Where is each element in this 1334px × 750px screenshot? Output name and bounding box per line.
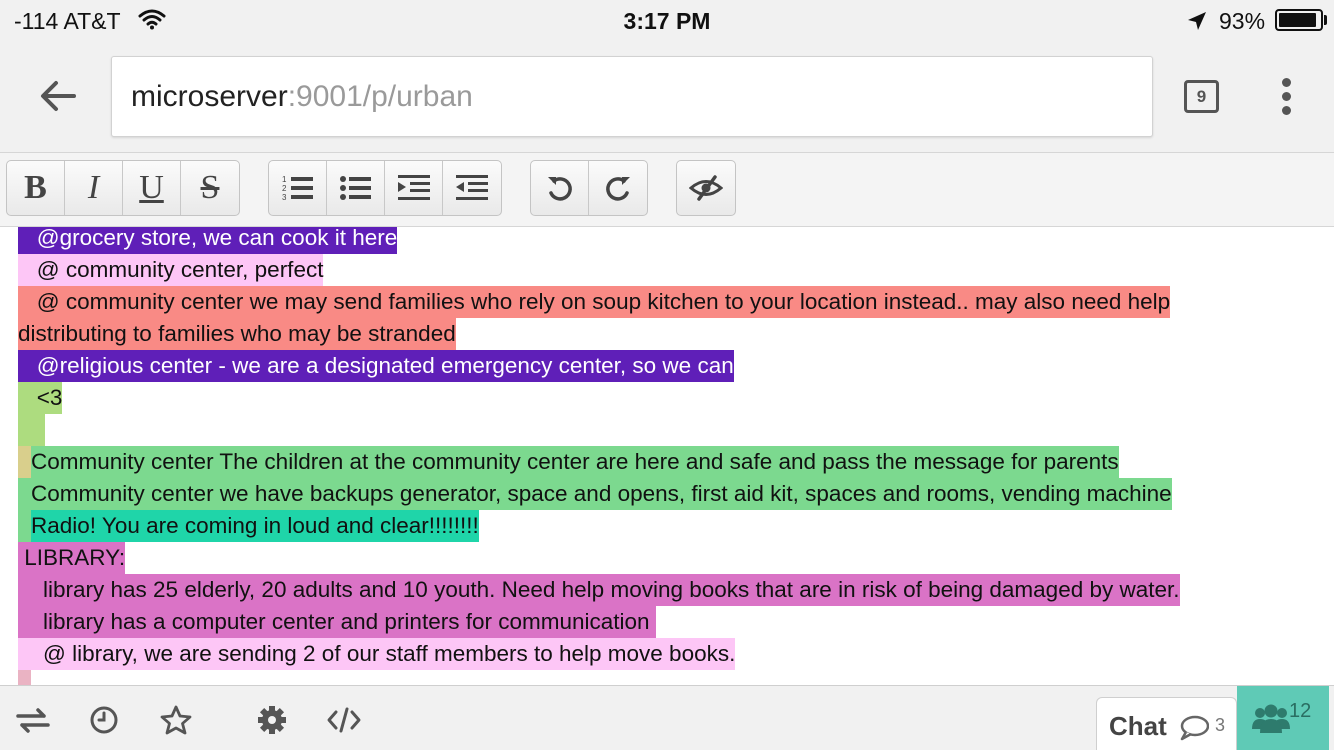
- doc-line: @ community center, perfect: [18, 254, 1318, 286]
- redo-button[interactable]: [589, 161, 647, 215]
- history-group: [530, 160, 648, 216]
- doc-line: library has a computer center and printe…: [18, 606, 1318, 638]
- pad-bottom-bar: Chat 3 12: [0, 685, 1334, 750]
- doc-line: Community center The children at the com…: [18, 446, 1318, 478]
- editor-toolbar: B I U S 1 2 3: [0, 153, 1334, 227]
- doc-line: <3: [18, 382, 1318, 414]
- doc-line: @ community center we may send families …: [18, 286, 1318, 318]
- text-cursor: [18, 670, 31, 685]
- author-marker: [18, 446, 31, 478]
- settings-icon[interactable]: [255, 705, 289, 735]
- location-arrow-icon: [1188, 12, 1206, 30]
- doc-text: @ community center we may send families …: [18, 286, 1171, 318]
- embed-icon[interactable]: [327, 705, 361, 735]
- doc-line: @grocery store, we can cook it here: [18, 227, 1318, 254]
- doc-line: @ library, we are sending 2 of our staff…: [18, 638, 1318, 670]
- doc-line: distributing to families who may be stra…: [18, 318, 1318, 350]
- browser-toolbar: microserver:9001/p/urban 9: [0, 40, 1334, 153]
- status-bar: -114 AT&T 3:17 PM 93%: [0, 0, 1334, 40]
- back-arrow-icon[interactable]: [36, 74, 80, 118]
- doc-text: Community center The children at the com…: [31, 446, 1119, 478]
- redo-icon: [606, 177, 630, 201]
- doc-text: @ library, we are sending 2 of our staff…: [18, 638, 736, 670]
- doc-text: LIBRARY:: [18, 542, 126, 574]
- star-icon[interactable]: [159, 705, 193, 735]
- bold-button[interactable]: B: [7, 161, 65, 215]
- doc-line: [18, 414, 1318, 446]
- author-marker: [18, 510, 31, 542]
- battery-tip: [1324, 15, 1327, 25]
- tabs-icon[interactable]: 9: [1184, 80, 1219, 113]
- battery-percent: 93%: [1219, 8, 1266, 34]
- doc-text: distributing to families who may be stra…: [18, 318, 456, 350]
- hide-authorship-colors-icon: [689, 175, 723, 201]
- chat-button[interactable]: Chat 3: [1096, 697, 1237, 750]
- doc-text: Community center we have backups generat…: [31, 478, 1172, 510]
- more-menu-icon[interactable]: [1272, 78, 1302, 118]
- view-group: [676, 160, 736, 216]
- strikethrough-button[interactable]: S: [181, 161, 239, 215]
- clock: 3:17 PM: [623, 8, 711, 34]
- hide-authorship-colors-button[interactable]: [677, 161, 735, 215]
- unordered-list-button[interactable]: [327, 161, 385, 215]
- strikethrough-glyph: S: [200, 169, 220, 206]
- chat-bubble-icon: [1180, 715, 1209, 741]
- author-marker: [18, 478, 31, 510]
- doc-text: @religious center - we are a designated …: [18, 350, 734, 382]
- users-button[interactable]: 12: [1237, 686, 1329, 750]
- pad-document[interactable]: @grocery store, we can cook it here @ co…: [0, 227, 1334, 685]
- import-export-icon[interactable]: [16, 705, 50, 735]
- battery-icon: [1275, 9, 1323, 31]
- italic-glyph: I: [87, 169, 100, 206]
- empty-line-marker: [18, 414, 45, 446]
- url-text: microserver:9001/p/urban: [131, 80, 473, 114]
- svg-text:3: 3: [282, 193, 287, 202]
- document-lines: @grocery store, we can cook it here @ co…: [18, 227, 1318, 685]
- outdent-button[interactable]: [443, 161, 501, 215]
- doc-text: @grocery store, we can cook it here: [18, 227, 398, 254]
- doc-line: library has 25 elderly, 20 adults and 10…: [18, 574, 1318, 606]
- list-group: 1 2 3: [268, 160, 502, 216]
- svg-text:1: 1: [282, 175, 287, 184]
- doc-line: [18, 670, 1318, 685]
- doc-line: Community center we have backups generat…: [18, 478, 1318, 510]
- address-bar[interactable]: microserver:9001/p/urban: [111, 56, 1153, 137]
- chat-count: 3: [1215, 715, 1226, 735]
- url-host: microserver: [131, 80, 288, 113]
- doc-line: @religious center - we are a designated …: [18, 350, 1318, 382]
- format-group: B I U S: [6, 160, 240, 216]
- doc-line: LIBRARY:: [18, 542, 1318, 574]
- doc-line: Radio! You are coming in loud and clear!…: [18, 510, 1318, 542]
- doc-text: Radio! You are coming in loud and clear!…: [31, 510, 479, 542]
- bold-glyph: B: [24, 169, 47, 206]
- url-path: :9001/p/urban: [287, 80, 473, 113]
- undo-icon: [547, 177, 572, 201]
- svg-text:2: 2: [282, 184, 287, 193]
- battery-level: [1279, 13, 1317, 27]
- indent-button[interactable]: [385, 161, 443, 215]
- users-count: 12: [1289, 700, 1312, 722]
- underline-glyph: U: [139, 169, 164, 206]
- doc-text: library has a computer center and printe…: [18, 606, 656, 638]
- users-icon: [1252, 704, 1290, 733]
- doc-text: library has 25 elderly, 20 adults and 10…: [18, 574, 1180, 606]
- outdent-icon: [456, 175, 488, 200]
- ordered-list-icon: 1 2 3: [282, 175, 313, 202]
- undo-button[interactable]: [531, 161, 589, 215]
- doc-text: <3: [18, 382, 63, 414]
- timeslider-icon[interactable]: [87, 705, 121, 735]
- indent-icon: [397, 175, 430, 200]
- italic-button[interactable]: I: [65, 161, 123, 215]
- doc-text: @ community center, perfect: [18, 254, 324, 286]
- underline-button[interactable]: U: [123, 161, 181, 215]
- unordered-list-icon: [339, 176, 371, 200]
- chat-label: Chat: [1109, 711, 1167, 741]
- ordered-list-button[interactable]: 1 2 3: [269, 161, 327, 215]
